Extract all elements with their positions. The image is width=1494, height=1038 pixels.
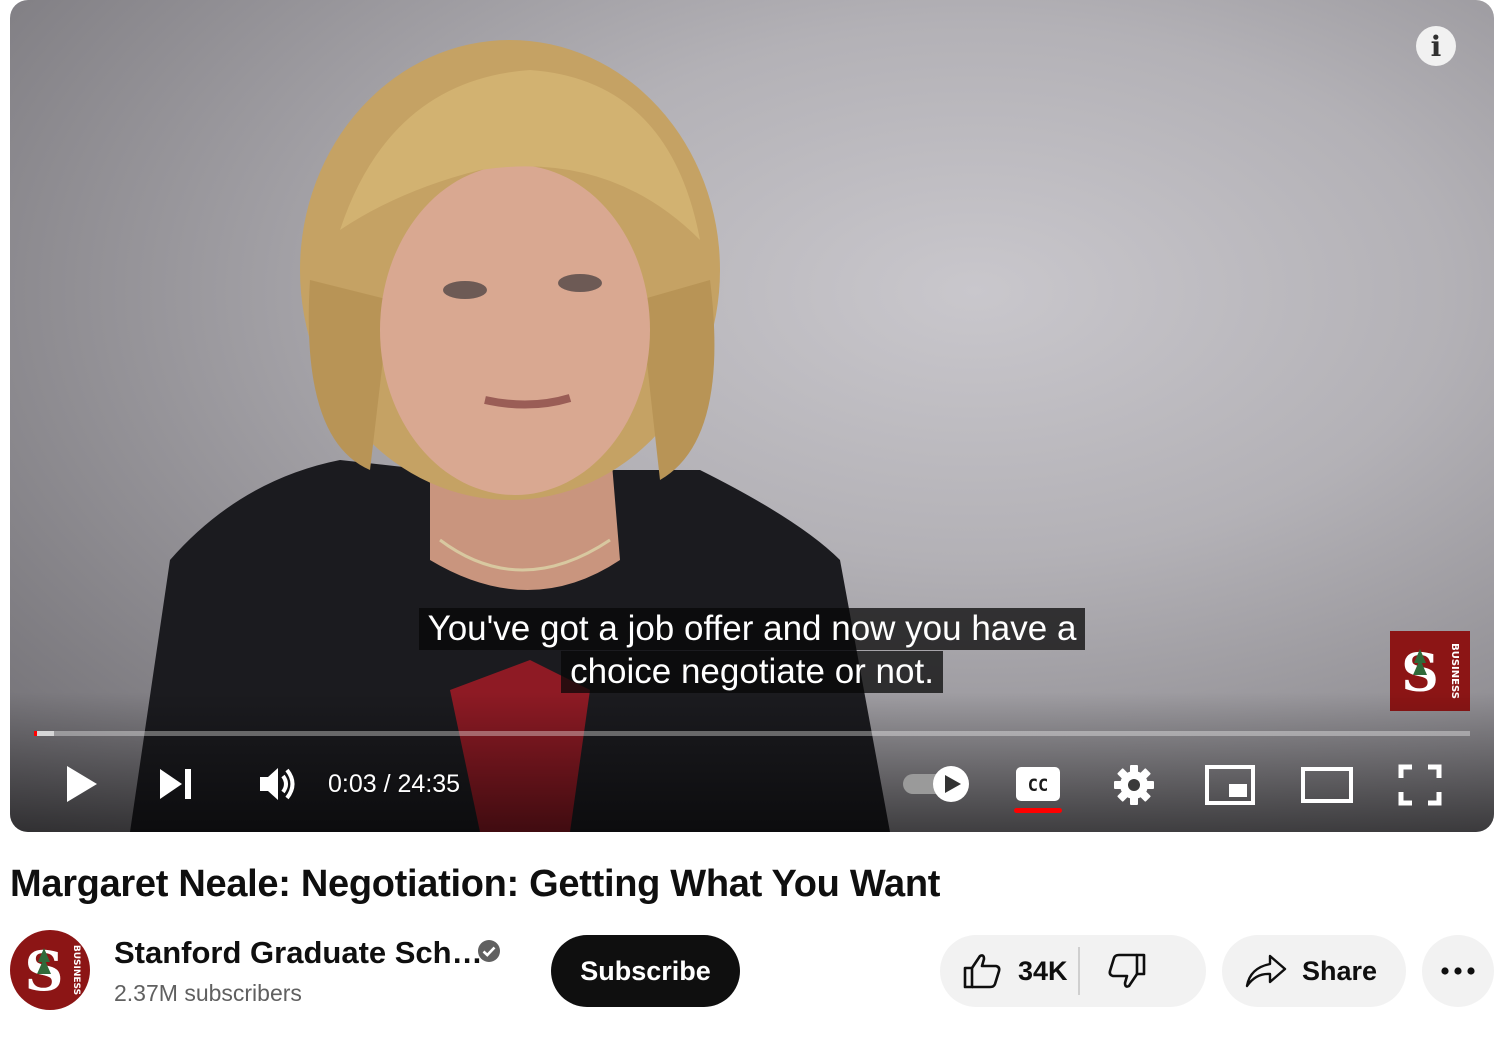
share-arrow-icon	[1245, 954, 1287, 988]
settings-button[interactable]	[1110, 762, 1158, 808]
next-button[interactable]	[154, 762, 198, 806]
caption-line: choice negotiate or not.	[561, 651, 943, 693]
theater-mode-button[interactable]	[1300, 762, 1354, 808]
share-label: Share	[1302, 955, 1378, 986]
channel-avatar[interactable]: S BUSINESS	[10, 930, 90, 1010]
miniplayer-icon	[1205, 765, 1255, 805]
time-duration: 24:35	[397, 770, 461, 798]
progress-buffered	[34, 731, 55, 736]
subtitles-active-indicator	[1014, 808, 1062, 813]
svg-text:CC: CC	[1028, 776, 1048, 796]
thumbs-down-icon	[1108, 953, 1146, 988]
play-button[interactable]	[60, 762, 104, 806]
stanford-logo-icon: S BUSINESS	[25, 939, 82, 1003]
fullscreen-button[interactable]	[1396, 762, 1444, 808]
gear-icon	[1114, 765, 1154, 805]
time-separator: /	[376, 770, 398, 798]
fullscreen-icon	[1398, 764, 1442, 806]
subscribe-button[interactable]: Subscribe	[551, 935, 740, 1007]
time-display: 0:03 / 24:35	[328, 768, 460, 800]
share-button[interactable]: Share	[1222, 935, 1406, 1007]
verified-badge-icon	[478, 940, 500, 962]
time-current: 0:03	[328, 770, 377, 798]
play-icon	[67, 766, 97, 802]
volume-icon	[260, 768, 295, 800]
channel-name[interactable]: Stanford Graduate Sch…	[114, 934, 483, 972]
mute-button[interactable]	[254, 762, 302, 806]
theater-mode-icon	[1301, 767, 1353, 803]
autoplay-toggle[interactable]	[900, 764, 974, 804]
progress-bar[interactable]	[34, 731, 1470, 736]
autoplay-icon	[903, 766, 969, 802]
thumbs-up-icon	[963, 954, 1001, 989]
more-horizontal-icon	[1441, 967, 1475, 975]
like-dislike-group: 34K	[940, 935, 1206, 1007]
like-count: 34K	[1018, 955, 1068, 986]
watermark-text: BUSINESS	[1449, 643, 1460, 699]
dislike-button[interactable]	[1080, 935, 1174, 1007]
caption-line: You've got a job offer and now you have …	[418, 608, 1086, 650]
more-actions-button[interactable]	[1422, 935, 1494, 1007]
info-icon[interactable]: i	[1416, 26, 1456, 66]
avatar-text: BUSINESS	[71, 945, 81, 995]
miniplayer-button[interactable]	[1204, 762, 1256, 808]
caption-window: You've got a job offer and now you have …	[10, 608, 1494, 694]
video-title: Margaret Neale: Negotiation: Getting Wha…	[10, 863, 941, 905]
controls-scrim	[10, 692, 1494, 832]
subtitles-button[interactable]: CC	[1012, 762, 1064, 806]
video-player[interactable]: i You've got a job offer and now you hav…	[10, 0, 1494, 832]
cc-icon: CC	[1016, 767, 1060, 801]
subscriber-count: 2.37M subscribers	[114, 980, 302, 1006]
progress-played	[34, 731, 37, 736]
skip-next-icon	[160, 769, 191, 799]
like-button[interactable]: 34K	[940, 935, 1078, 1007]
